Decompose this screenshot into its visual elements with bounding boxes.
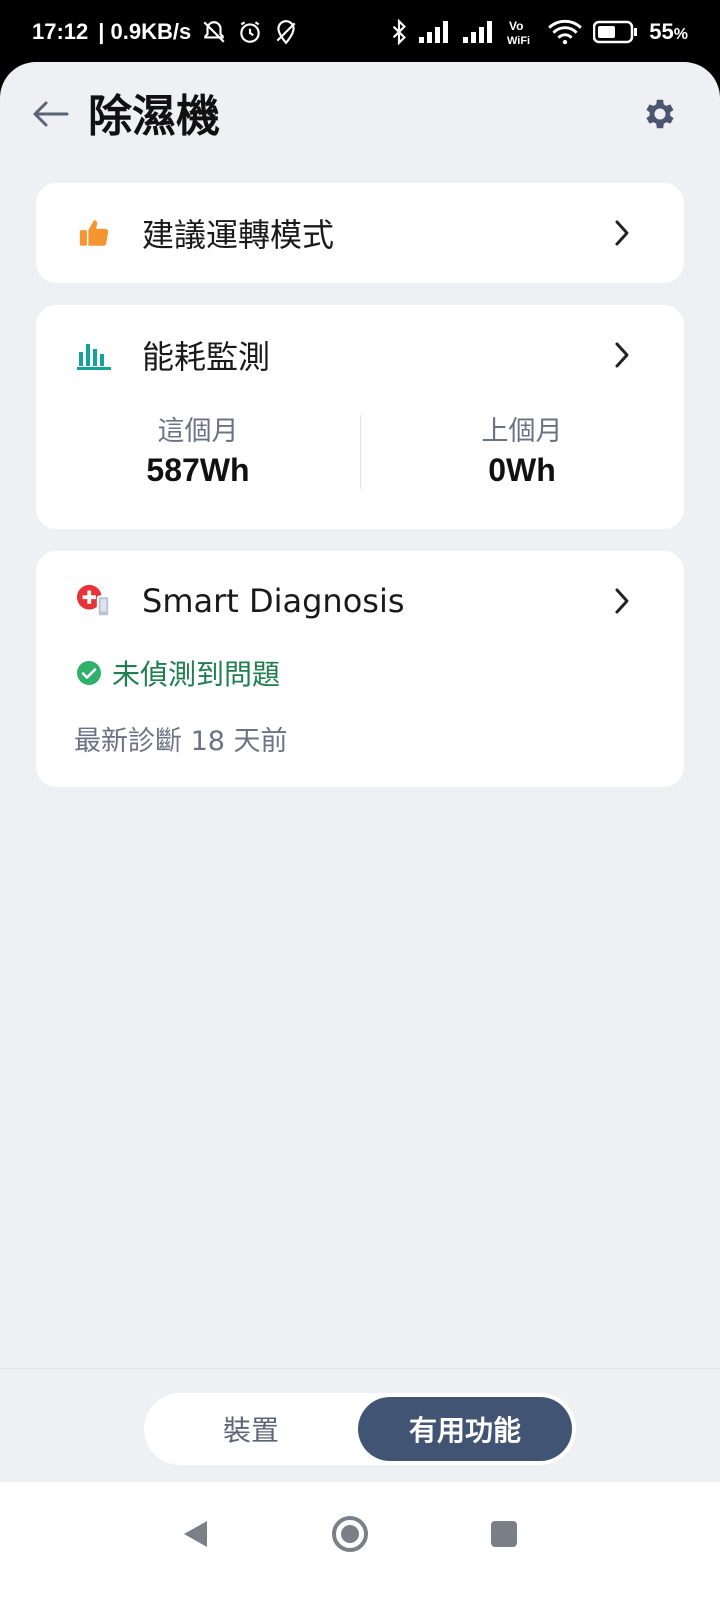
tab-useful-features[interactable]: 有用功能	[358, 1397, 572, 1461]
status-bar-left: 17:12 | 0.9KB/s	[32, 19, 299, 45]
diagnosis-status: 未偵測到問題	[36, 653, 684, 693]
chevron-right-icon	[608, 219, 636, 247]
status-network-speed: | 0.9KB/s	[98, 19, 192, 44]
nav-home-button[interactable]	[320, 1504, 380, 1564]
nav-back-button[interactable]	[166, 1504, 226, 1564]
svg-text:WiFi: WiFi	[507, 35, 530, 46]
smart-diagnosis-card[interactable]: Smart Diagnosis 未偵測到問題 最新診斷 18 天前	[36, 551, 684, 787]
last-month-stat: 上個月 0Wh	[360, 405, 684, 505]
recommended-mode-label: 建議運轉模式	[142, 216, 335, 254]
system-nav-bar	[0, 1482, 720, 1600]
energy-monitoring-row[interactable]: 能耗監測	[36, 305, 684, 405]
this-month-label: 這個月	[157, 416, 239, 447]
settings-button[interactable]	[638, 92, 682, 136]
signal-icon-2	[463, 21, 497, 43]
gear-icon	[646, 99, 674, 129]
this-month-value: 587Wh	[146, 452, 250, 488]
nav-recents-icon	[491, 1521, 517, 1547]
chevron-right-icon	[608, 587, 636, 615]
bluetooth-icon	[389, 19, 409, 45]
last-diagnosis-text: 最新診斷 18 天前	[74, 726, 288, 757]
thumbs-up-icon	[76, 215, 112, 251]
status-bar: 17:12 | 0.9KB/s Vo WiFi 55%	[0, 0, 720, 64]
diagnosis-status-text: 未偵測到問題	[112, 658, 281, 691]
alarm-icon	[237, 19, 263, 45]
recommended-mode-row[interactable]: 建議運轉模式	[36, 183, 684, 283]
status-bar-right: Vo WiFi 55%	[389, 18, 688, 46]
diagnosis-icon	[76, 583, 112, 619]
energy-stats: 這個月 587Wh 上個月 0Wh	[36, 405, 684, 505]
wifi-icon	[547, 19, 583, 45]
stat-divider	[360, 415, 361, 489]
energy-monitoring-label: 能耗監測	[142, 338, 271, 376]
bar-chart-icon	[76, 337, 112, 373]
signal-icon	[419, 21, 453, 43]
recommended-mode-card[interactable]: 建議運轉模式	[36, 183, 684, 283]
smart-diagnosis-row[interactable]: Smart Diagnosis	[36, 551, 684, 651]
svg-text:Vo: Vo	[509, 19, 523, 33]
last-month-label: 上個月	[481, 416, 563, 447]
check-circle-icon	[77, 661, 101, 685]
nav-home-icon	[332, 1516, 368, 1552]
nav-recents-button[interactable]	[474, 1504, 534, 1564]
nav-back-icon	[184, 1521, 207, 1547]
location-off-icon	[273, 19, 299, 45]
battery-level: 55%	[649, 19, 688, 45]
energy-monitoring-card[interactable]: 能耗監測 這個月 587Wh 上個月 0Wh	[36, 305, 684, 529]
this-month-stat: 這個月 587Wh	[36, 405, 360, 505]
header: 除濕機	[0, 62, 720, 162]
page-title: 除濕機	[88, 91, 220, 142]
back-button[interactable]	[28, 92, 72, 136]
chevron-right-icon	[608, 341, 636, 369]
mute-notification-icon	[201, 19, 227, 45]
segmented-control: 裝置 有用功能	[144, 1393, 576, 1465]
status-time: 17:12	[32, 19, 89, 44]
battery-icon	[593, 20, 639, 44]
back-arrow-icon	[33, 101, 69, 127]
app-screen: 除濕機 建議運轉模式 能耗監測 這個月 587Wh 上個月 0Wh Smart …	[0, 62, 720, 1513]
tab-device[interactable]: 裝置	[144, 1397, 358, 1461]
battery-unit: %	[673, 26, 688, 43]
vowifi-icon: Vo WiFi	[507, 18, 537, 46]
battery-percent: 55	[649, 19, 674, 44]
last-month-value: 0Wh	[488, 452, 556, 488]
smart-diagnosis-label: Smart Diagnosis	[142, 582, 405, 620]
